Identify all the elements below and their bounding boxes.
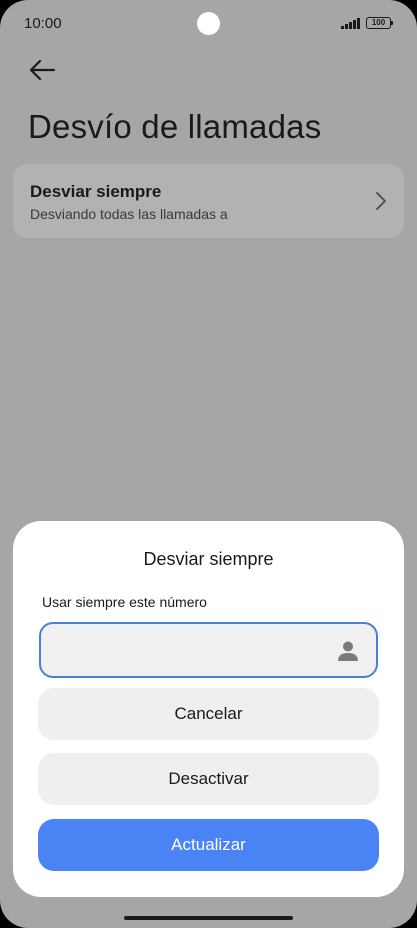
- number-label: Usar siempre este número: [42, 594, 207, 610]
- cancel-button[interactable]: Cancelar: [38, 688, 379, 740]
- camera-cutout: [197, 12, 220, 35]
- page-title: Desvío de llamadas: [28, 108, 322, 145]
- battery-nub: [391, 21, 393, 25]
- phone-screen: 10:00 100 Desvío de llamadas Desviar sie…: [0, 0, 417, 928]
- deactivate-button[interactable]: Desactivar: [38, 753, 379, 805]
- forward-dialog: Desviar siempre Usar siempre este número…: [13, 521, 404, 897]
- signal-icon: [341, 18, 360, 29]
- status-time: 10:00: [24, 15, 62, 32]
- person-icon[interactable]: [337, 640, 359, 662]
- dialog-title: Desviar siempre: [143, 549, 274, 569]
- chevron-right-icon: [376, 192, 386, 210]
- home-indicator[interactable]: [124, 916, 293, 920]
- forward-number-input[interactable]: [39, 622, 378, 678]
- arrow-left-icon[interactable]: [28, 58, 56, 82]
- setting-subtitle: Desviando todas las llamadas a: [30, 206, 228, 222]
- battery-icon: 100: [366, 17, 391, 29]
- update-button[interactable]: Actualizar: [38, 819, 379, 871]
- battery-level: 100: [371, 18, 386, 27]
- setting-forward-always[interactable]: Desviar siempre Desviando todas las llam…: [13, 164, 404, 238]
- setting-title: Desviar siempre: [30, 182, 162, 201]
